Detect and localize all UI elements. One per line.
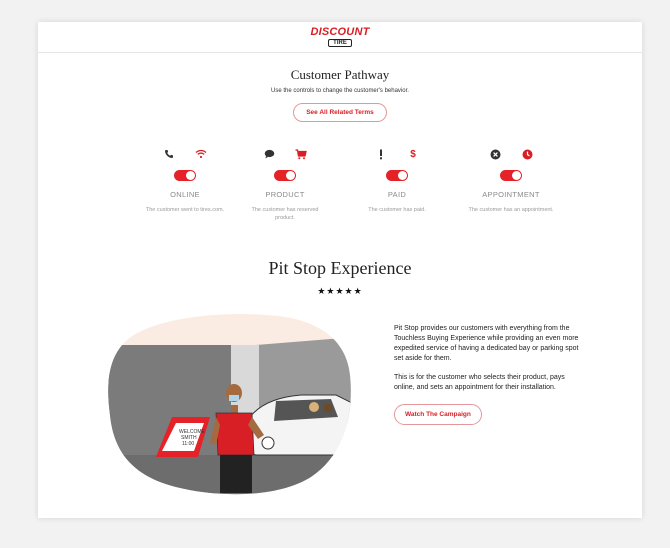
stage-online: ONLINE The customer went to tires.com. [137, 148, 233, 215]
wifi-icon [195, 148, 207, 160]
phone-icon [163, 148, 175, 160]
clock-icon [521, 148, 533, 160]
stage-label: PRODUCT [265, 190, 305, 199]
stage-appointment: APPOINTMENT The customer has an appointm… [463, 148, 559, 215]
appointment-toggle[interactable] [500, 170, 522, 181]
pathway-subtitle: Use the controls to change the customer'… [271, 88, 409, 94]
product-toggle[interactable] [274, 170, 296, 181]
stage-label: ONLINE [170, 190, 200, 199]
stage-paid: $ PAID The customer has paid. [349, 148, 445, 215]
stage-label: APPOINTMENT [482, 190, 540, 199]
customer-pathway-section: Customer Pathway Use the controls to cha… [38, 67, 642, 122]
exclamation-icon [375, 148, 387, 160]
logo-wordmark-bottom: TIRE [328, 39, 352, 47]
dollar-icon: $ [410, 148, 416, 160]
stage-description: The customer has reserved product. [251, 207, 319, 221]
stage-product: PRODUCT The customer has reserved produc… [237, 148, 333, 223]
main-card: DISCOUNT TIRE Customer Pathway Use the c… [38, 22, 642, 518]
pathway-stages: ONLINE The customer went to tires.com. P… [38, 148, 642, 228]
pit-stop-title: Pit Stop Experience [268, 258, 412, 278]
stage-description: The customer has an appointment. [468, 207, 554, 213]
paid-toggle[interactable] [386, 170, 408, 181]
stage-label: PAID [387, 190, 407, 199]
brand-logo[interactable]: DISCOUNT TIRE [310, 27, 369, 47]
pathway-title: Customer Pathway [290, 67, 390, 82]
see-all-terms-button[interactable]: See All Related Terms [293, 103, 387, 122]
watch-campaign-button[interactable]: Watch The Campaign [394, 403, 482, 426]
stage-description: The customer went to tires.com. [145, 207, 225, 213]
star-rating: ★★★★★ [317, 286, 363, 296]
cart-icon [295, 148, 307, 160]
copy-paragraph-2: This is for the customer who selects the… [394, 373, 565, 391]
close-circle-icon [489, 148, 501, 160]
pit-stop-illustration: WELCOME SMITH 11:00 [108, 314, 351, 495]
stage-description: The customer has paid. [368, 207, 426, 213]
chat-bubble-icon [263, 148, 275, 160]
online-toggle[interactable] [174, 170, 196, 181]
copy-paragraph-1: Pit Stop provides our customers with eve… [394, 325, 579, 363]
sign-line-3: 11:00 [182, 441, 194, 447]
logo-wordmark-top: DISCOUNT [310, 26, 370, 38]
pit-stop-copy: Pit Stop provides our customers with eve… [394, 324, 584, 426]
header: DISCOUNT TIRE [38, 22, 642, 53]
